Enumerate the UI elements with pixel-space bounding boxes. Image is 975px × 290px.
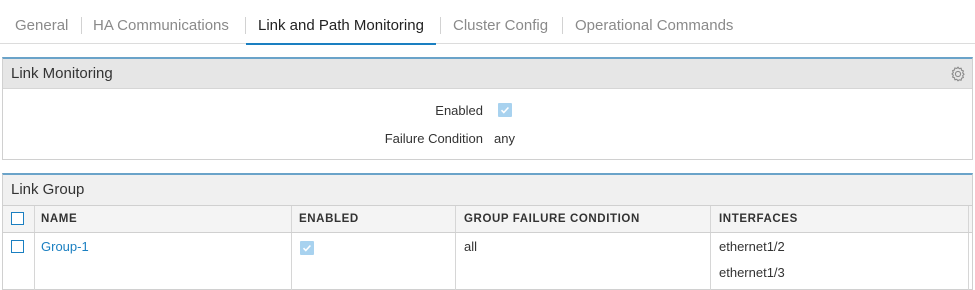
column-header-group-failure-condition[interactable]: GROUP FAILURE CONDITION [464, 206, 640, 232]
row-select-checkbox[interactable] [11, 240, 24, 253]
column-header-enabled[interactable]: ENABLED [299, 206, 359, 232]
tab-divider [81, 17, 82, 34]
row-enabled-checkbox [300, 241, 314, 255]
select-all-checkbox[interactable] [11, 212, 24, 225]
failure-condition-label: Failure Condition [384, 131, 483, 146]
link-group-panel: Link Group NAME ENABLED GROUP FAILURE CO… [2, 173, 973, 290]
column-divider [968, 206, 969, 232]
column-divider [455, 206, 456, 232]
tab-bar: General HA Communications Link and Path … [0, 0, 975, 45]
group-name-link[interactable]: Group-1 [41, 239, 89, 254]
column-header-interfaces[interactable]: INTERFACES [719, 206, 798, 232]
column-divider [455, 233, 456, 290]
column-divider [291, 233, 292, 290]
column-divider [34, 206, 35, 232]
column-divider [968, 233, 969, 290]
group-failure-condition-value: all [464, 239, 478, 254]
tab-cluster-config[interactable]: Cluster Config [453, 0, 548, 44]
column-divider [710, 206, 711, 232]
column-header-name[interactable]: NAME [41, 206, 77, 232]
gear-icon[interactable] [949, 65, 967, 83]
tab-link-and-path-monitoring[interactable]: Link and Path Monitoring [246, 0, 436, 45]
tab-divider [562, 17, 563, 34]
link-monitoring-title: Link Monitoring [11, 65, 113, 82]
failure-condition-value: any [494, 131, 515, 146]
link-group-header: Link Group [3, 175, 972, 205]
table-header: NAME ENABLED GROUP FAILURE CONDITION INT… [3, 205, 972, 233]
column-divider [34, 233, 35, 290]
tab-ha-communications[interactable]: HA Communications [93, 0, 229, 44]
enabled-checkbox[interactable] [498, 103, 512, 117]
interface-item: ethernet1/2 [719, 239, 785, 254]
tab-divider [440, 17, 441, 34]
tab-general[interactable]: General [15, 0, 68, 44]
enabled-label: Enabled [435, 103, 483, 118]
tab-divider [245, 17, 246, 34]
link-monitoring-panel: Link Monitoring Enabled Failure Conditio… [2, 57, 973, 160]
interface-item: ethernet1/3 [719, 265, 785, 280]
link-monitoring-header: Link Monitoring [3, 59, 972, 89]
link-group-title: Link Group [11, 181, 85, 198]
tab-operational-commands[interactable]: Operational Commands [575, 0, 733, 44]
column-divider [291, 206, 292, 232]
column-divider [710, 233, 711, 290]
